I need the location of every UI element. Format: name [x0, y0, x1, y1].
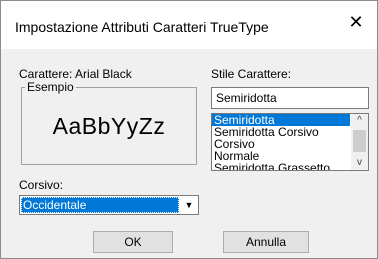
cancel-button[interactable]: Annulla	[223, 231, 309, 253]
close-icon[interactable]: ✕	[343, 11, 369, 33]
font-name-label: Carattere: Arial Black	[19, 67, 132, 81]
example-legend: Esempio	[25, 80, 76, 94]
style-list-item[interactable]: Semiridotta Grassetto	[212, 162, 350, 170]
chevron-down-icon[interactable]: ▼	[180, 196, 198, 214]
style-list-scrollbar[interactable]: ^ v	[351, 114, 368, 170]
script-label: Corsivo:	[19, 178, 64, 192]
title-bar: Impostazione Attributi Caratteri TrueTyp…	[1, 1, 377, 49]
style-input[interactable]: Semiridotta	[211, 87, 369, 109]
ok-button[interactable]: OK	[93, 231, 173, 253]
scroll-thumb[interactable]	[353, 130, 366, 152]
style-label: Stile Carattere:	[211, 67, 292, 81]
dialog-title: Impostazione Attributi Caratteri TrueTyp…	[15, 19, 269, 35]
scroll-down-icon[interactable]: v	[351, 156, 368, 170]
scroll-up-icon[interactable]: ^	[351, 114, 368, 128]
script-select[interactable]: Occidentale ▼	[19, 195, 199, 215]
font-attributes-dialog: Impostazione Attributi Caratteri TrueTyp…	[0, 0, 378, 259]
style-listbox[interactable]: Semiridotta Semiridotta Corsivo Corsivo Nor…	[211, 113, 369, 171]
font-sample-preview: AaBbYyZz	[52, 113, 166, 139]
script-selected-value[interactable]: Occidentale	[21, 197, 179, 213]
